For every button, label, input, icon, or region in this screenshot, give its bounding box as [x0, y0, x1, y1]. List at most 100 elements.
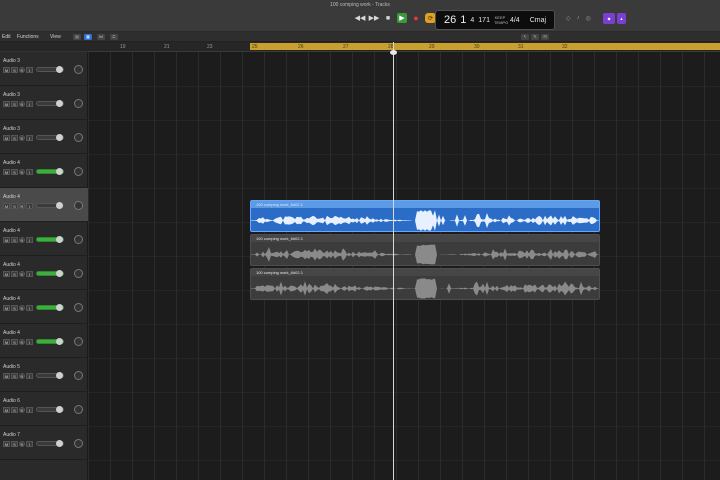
track-header[interactable]: Audio 5 MSRI [0, 358, 88, 392]
solo-button[interactable]: S [11, 135, 18, 141]
stop-icon[interactable]: ■ [383, 13, 393, 23]
pan-knob[interactable] [74, 337, 83, 346]
pan-knob[interactable] [74, 133, 83, 142]
fader-knob[interactable] [56, 372, 63, 379]
alert-icon[interactable]: ▲ [617, 13, 626, 24]
volume-fader[interactable] [36, 372, 64, 379]
smart-tempo-icon[interactable]: ◆ [603, 13, 615, 24]
track-header[interactable]: Audio 4 MSRI [0, 290, 88, 324]
record-enable-button[interactable]: R [19, 135, 25, 141]
mute-button[interactable]: M [3, 373, 10, 379]
volume-fader[interactable] [36, 270, 64, 277]
solo-button[interactable]: S [11, 169, 18, 175]
snap-icon[interactable]: ⊏ [110, 34, 118, 40]
volume-fader[interactable] [36, 66, 64, 73]
menu-functions[interactable]: Functions [17, 34, 39, 40]
volume-fader[interactable] [36, 202, 64, 209]
fader-knob[interactable] [56, 338, 63, 345]
solo-button[interactable]: S [11, 237, 18, 243]
volume-fader[interactable] [36, 134, 64, 141]
solo-button[interactable]: S [11, 339, 18, 345]
menu-view[interactable]: View [50, 34, 61, 40]
fader-knob[interactable] [56, 168, 63, 175]
metronome-icon[interactable]: ◇ [566, 15, 571, 22]
mute-button[interactable]: M [3, 339, 10, 345]
tuner-icon[interactable]: ♪ [577, 15, 580, 22]
mute-button[interactable]: M [3, 271, 10, 277]
flex-icon[interactable]: ⋈ [97, 34, 105, 40]
track-header[interactable]: Audio 4 MSRI [0, 324, 88, 358]
fader-knob[interactable] [56, 406, 63, 413]
fader-knob[interactable] [56, 202, 63, 209]
count-in-icon[interactable]: ◎ [586, 15, 591, 22]
mute-button[interactable]: M [3, 441, 10, 447]
pencil-tool-icon[interactable]: ✎ [531, 34, 539, 40]
volume-fader[interactable] [36, 168, 64, 175]
lcd-display[interactable]: 26 1 4 171 KEEP TEMPO 4/4 Cmaj [435, 10, 555, 30]
input-monitor-button[interactable]: I [26, 339, 33, 345]
record-enable-button[interactable]: R [19, 407, 25, 413]
fader-knob[interactable] [56, 270, 63, 277]
cycle-region[interactable] [250, 43, 720, 50]
pointer-tool-icon[interactable]: ↖ [521, 34, 529, 40]
input-monitor-button[interactable]: I [26, 203, 33, 209]
input-monitor-button[interactable]: I [26, 101, 33, 107]
pan-knob[interactable] [74, 167, 83, 176]
record-enable-button[interactable]: R [19, 203, 25, 209]
solo-button[interactable]: S [11, 101, 18, 107]
playhead-handle[interactable] [390, 50, 397, 55]
solo-button[interactable]: S [11, 407, 18, 413]
input-monitor-button[interactable]: I [26, 169, 33, 175]
input-monitor-button[interactable]: I [26, 67, 33, 73]
fader-knob[interactable] [56, 134, 63, 141]
fader-knob[interactable] [56, 440, 63, 447]
fader-knob[interactable] [56, 66, 63, 73]
input-monitor-button[interactable]: I [26, 373, 33, 379]
record-enable-button[interactable]: R [19, 339, 25, 345]
audio-region-take[interactable]: 100 comping work_6#02.1 [250, 268, 600, 300]
audio-region-selected[interactable]: 100 comping work_6#02.1 [250, 200, 600, 232]
track-header[interactable]: Audio 4 MSRI [0, 222, 88, 256]
pan-knob[interactable] [74, 269, 83, 278]
fader-knob[interactable] [56, 236, 63, 243]
record-enable-button[interactable]: R [19, 271, 25, 277]
record-enable-button[interactable]: R [19, 67, 25, 73]
pan-knob[interactable] [74, 439, 83, 448]
fader-knob[interactable] [56, 100, 63, 107]
solo-button[interactable]: S [11, 373, 18, 379]
mute-button[interactable]: M [3, 101, 10, 107]
solo-button[interactable]: S [11, 271, 18, 277]
solo-button[interactable]: S [11, 305, 18, 311]
pan-knob[interactable] [74, 235, 83, 244]
rewind-icon[interactable]: ◀◀ [355, 13, 366, 23]
playhead[interactable] [393, 42, 394, 480]
pan-knob[interactable] [74, 303, 83, 312]
mute-button[interactable]: M [3, 67, 10, 73]
arrange-area[interactable]: 100 comping work_6#02.1 100 comping work… [88, 52, 720, 480]
mute-button[interactable]: M [3, 135, 10, 141]
fader-knob[interactable] [56, 304, 63, 311]
volume-fader[interactable] [36, 406, 64, 413]
record-enable-button[interactable]: R [19, 101, 25, 107]
record-enable-button[interactable]: R [19, 373, 25, 379]
track-header[interactable]: Audio 3 MSRI [0, 86, 88, 120]
input-monitor-button[interactable]: I [26, 271, 33, 277]
volume-fader[interactable] [36, 100, 64, 107]
mute-button[interactable]: M [3, 203, 10, 209]
fast-forward-icon[interactable]: ▶▶ [369, 13, 380, 23]
record-enable-button[interactable]: R [19, 169, 25, 175]
track-header[interactable]: Audio 7 MSRI [0, 426, 88, 460]
solo-button[interactable]: S [11, 441, 18, 447]
volume-fader[interactable] [36, 236, 64, 243]
grid-view-icon[interactable]: ▦ [84, 34, 92, 40]
input-monitor-button[interactable]: I [26, 305, 33, 311]
track-header[interactable]: Audio 4 MSRI [0, 256, 88, 290]
pan-knob[interactable] [74, 405, 83, 414]
volume-fader[interactable] [36, 304, 64, 311]
volume-fader[interactable] [36, 440, 64, 447]
track-header[interactable]: Audio 4 MSRI [0, 188, 88, 222]
track-header[interactable]: Audio 3 MSRI [0, 120, 88, 154]
audio-region-take[interactable]: 100 comping work_6#02.1 [250, 234, 600, 266]
solo-button[interactable]: S [11, 203, 18, 209]
input-monitor-button[interactable]: I [26, 441, 33, 447]
